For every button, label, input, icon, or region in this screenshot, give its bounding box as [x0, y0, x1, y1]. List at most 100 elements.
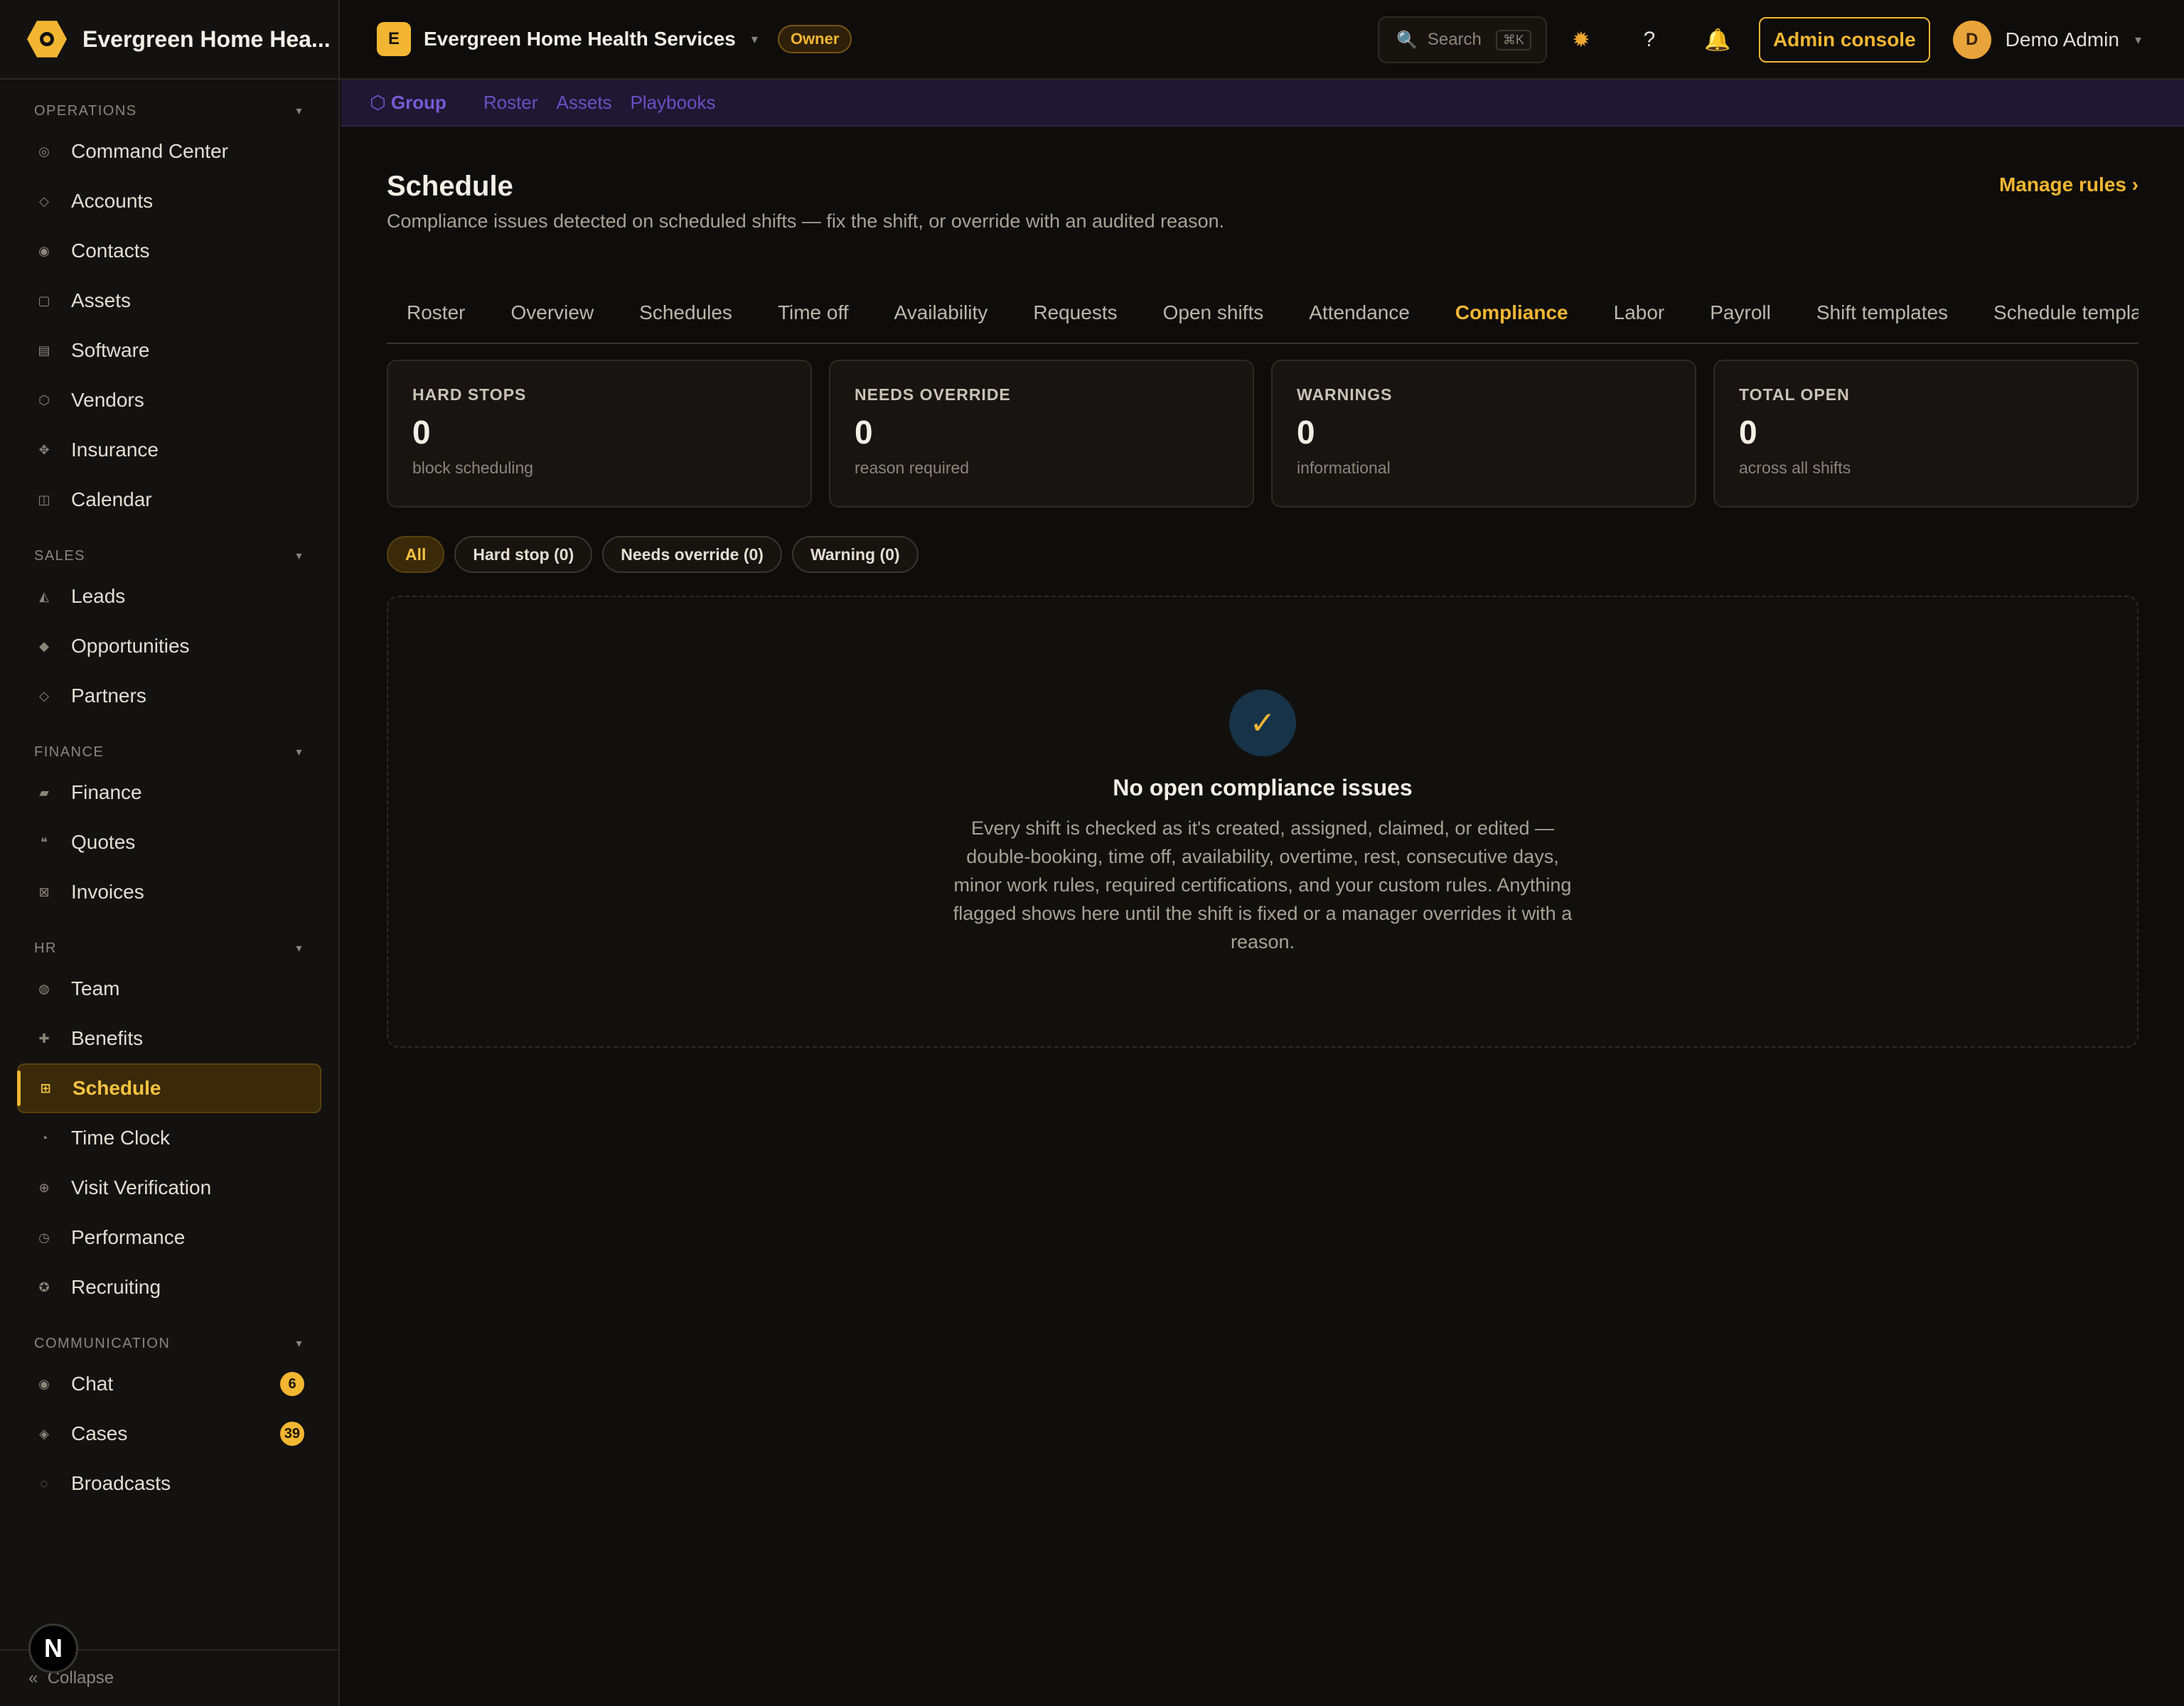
- sidebar-item-contacts[interactable]: ◉ Contacts: [17, 226, 321, 276]
- section-finance[interactable]: FINANCE ▾: [0, 736, 338, 768]
- sidebar-item-time-clock[interactable]: ◔ Time Clock: [17, 1113, 321, 1163]
- sidebar: Evergreen Home Hea... OPERATIONS ▾ ◎ Comma…: [0, 0, 340, 1706]
- team-icon: ◍: [38, 981, 50, 996]
- diamond-filled-icon: ◆: [39, 638, 49, 653]
- help-button[interactable]: ?: [1615, 16, 1684, 63]
- sidebar-item-recruiting[interactable]: ✪ Recruiting: [17, 1262, 321, 1312]
- filter-hard-stop[interactable]: Hard stop (0): [454, 536, 593, 573]
- sidebar-item-command-center[interactable]: ◎ Command Center: [17, 127, 321, 176]
- theme-toggle-button[interactable]: ✹: [1547, 16, 1615, 63]
- sidebar-item-leads[interactable]: ◭ Leads: [17, 572, 321, 621]
- tab-compliance[interactable]: Compliance: [1435, 283, 1588, 343]
- plus-icon: ✚: [38, 1031, 50, 1046]
- context-link-group[interactable]: ⬡ Group: [370, 92, 465, 114]
- search-input[interactable]: 🔍 Search ⌘K: [1377, 16, 1547, 63]
- chevron-down-icon: ▾: [296, 1338, 303, 1350]
- empty-state-title: No open compliance issues: [1113, 775, 1413, 800]
- clock-icon: ◔: [40, 1130, 48, 1145]
- sidebar-item-chat[interactable]: ◉ Chat 6: [17, 1359, 321, 1409]
- page-title: Schedule: [387, 171, 513, 202]
- brand[interactable]: Evergreen Home Hea...: [0, 0, 338, 80]
- sidebar-item-quotes[interactable]: ❝ Quotes: [17, 817, 321, 867]
- org-switcher[interactable]: Evergreen Home Health Services: [424, 28, 736, 50]
- chevron-down-icon[interactable]: ▾: [751, 32, 758, 47]
- manage-rules-link[interactable]: Manage rules ›: [1999, 173, 2138, 196]
- sidebar-item-calendar[interactable]: ◫ Calendar: [17, 475, 321, 525]
- user-menu[interactable]: Demo Admin: [2006, 28, 2119, 51]
- tab-time-off[interactable]: Time off: [758, 283, 869, 343]
- context-link-playbooks[interactable]: Playbooks: [631, 92, 716, 114]
- tab-shift-templates[interactable]: Shift templates: [1797, 283, 1968, 343]
- tab-requests[interactable]: Requests: [1013, 283, 1137, 343]
- tab-schedules[interactable]: Schedules: [619, 283, 752, 343]
- tab-schedule-templates[interactable]: Schedule templates: [1974, 283, 2138, 343]
- stat-card-total-open: TOTAL OPEN 0 across all shifts: [1713, 360, 2138, 508]
- notifications-button[interactable]: 🔔: [1684, 16, 1752, 63]
- sidebar-item-insurance[interactable]: ✥ Insurance: [17, 425, 321, 475]
- tab-availability[interactable]: Availability: [874, 283, 1008, 343]
- section-operations[interactable]: OPERATIONS ▾: [0, 95, 338, 127]
- contact-icon: ◉: [38, 243, 50, 258]
- sidebar-item-cases[interactable]: ◈ Cases 39: [17, 1409, 321, 1459]
- card-icon: ▰: [39, 785, 49, 800]
- filter-needs-override[interactable]: Needs override (0): [602, 536, 782, 573]
- tab-payroll[interactable]: Payroll: [1690, 283, 1791, 343]
- sidebar-item-software[interactable]: ▤ Software: [17, 326, 321, 375]
- chevron-down-icon: ▾: [296, 550, 303, 562]
- sidebar-item-performance[interactable]: ◷ Performance: [17, 1213, 321, 1262]
- bell-icon: 🔔: [1704, 28, 1731, 52]
- floating-avatar[interactable]: N: [28, 1624, 78, 1673]
- sidebar-item-opportunities[interactable]: ◆ Opportunities: [17, 621, 321, 671]
- sidebar-item-benefits[interactable]: ✚ Benefits: [17, 1014, 321, 1063]
- stat-card-warnings: WARNINGS 0 informational: [1271, 360, 1696, 508]
- chevron-down-icon: ▾: [296, 105, 303, 117]
- sidebar-item-broadcasts[interactable]: ◌ Broadcasts: [17, 1459, 321, 1508]
- calendar-icon: ◫: [38, 492, 50, 507]
- sidebar-item-vendors[interactable]: ⬡ Vendors: [17, 375, 321, 425]
- role-badge: Owner: [777, 25, 852, 53]
- org-avatar[interactable]: E: [377, 22, 411, 56]
- section-sales[interactable]: SALES ▾: [0, 540, 338, 572]
- quote-icon: ❝: [41, 835, 48, 849]
- tab-overview[interactable]: Overview: [491, 283, 614, 343]
- chevron-down-icon: ▾: [296, 746, 303, 758]
- tab-open-shifts[interactable]: Open shifts: [1143, 283, 1284, 343]
- gear-icon: ✪: [38, 1280, 50, 1294]
- double-chevron-left-icon: «: [28, 1668, 38, 1688]
- avatar[interactable]: D: [1952, 21, 1991, 59]
- chevron-down-icon[interactable]: ▾: [2135, 33, 2141, 48]
- chat-icon: ◉: [38, 1376, 50, 1391]
- tab-attendance[interactable]: Attendance: [1289, 283, 1430, 343]
- section-communication[interactable]: COMMUNICATION ▾: [0, 1328, 338, 1359]
- sidebar-item-invoices[interactable]: ⊠ Invoices: [17, 867, 321, 917]
- filter-chips: All Hard stop (0) Needs override (0) War…: [387, 536, 919, 573]
- box-icon: ▢: [38, 293, 50, 308]
- tab-roster[interactable]: Roster: [387, 283, 485, 343]
- context-link-assets[interactable]: Assets: [557, 92, 612, 114]
- sidebar-item-team[interactable]: ◍ Team: [17, 964, 321, 1014]
- search-icon: 🔍: [1396, 30, 1418, 50]
- sidebar-item-schedule[interactable]: ⊞ Schedule: [17, 1063, 321, 1113]
- page-subtitle: Compliance issues detected on scheduled …: [387, 210, 1225, 232]
- sidebar-item-partners[interactable]: ◇ Partners: [17, 671, 321, 721]
- diamond-icon: ◇: [39, 193, 49, 208]
- sidebar-item-visit-verification[interactable]: ⊕ Visit Verification: [17, 1163, 321, 1213]
- context-bar: ⬡ Group Roster Assets Playbooks: [341, 80, 2184, 127]
- tab-labor[interactable]: Labor: [1594, 283, 1685, 343]
- sidebar-nav: OPERATIONS ▾ ◎ Command Center ◇ Accounts ◉ C…: [0, 80, 338, 1508]
- chevron-down-icon: ▾: [296, 943, 303, 955]
- list-icon: ▤: [38, 343, 50, 358]
- gauge-icon: ◷: [38, 1230, 50, 1245]
- filter-warning[interactable]: Warning (0): [791, 536, 919, 573]
- brand-logo-icon: [27, 21, 67, 58]
- grid-icon: ⊞: [40, 1080, 51, 1095]
- sidebar-item-assets[interactable]: ▢ Assets: [17, 276, 321, 326]
- section-hr[interactable]: HR ▾: [0, 933, 338, 964]
- admin-console-button[interactable]: Admin console: [1758, 17, 1930, 63]
- stats-row: HARD STOPS 0 block scheduling NEEDS OVER…: [387, 360, 2138, 508]
- sidebar-item-finance[interactable]: ▰ Finance: [17, 768, 321, 817]
- filter-all[interactable]: All: [387, 536, 445, 573]
- stat-card-hard-stops: HARD STOPS 0 block scheduling: [387, 360, 812, 508]
- sidebar-item-accounts[interactable]: ◇ Accounts: [17, 176, 321, 226]
- context-link-roster[interactable]: Roster: [483, 92, 538, 114]
